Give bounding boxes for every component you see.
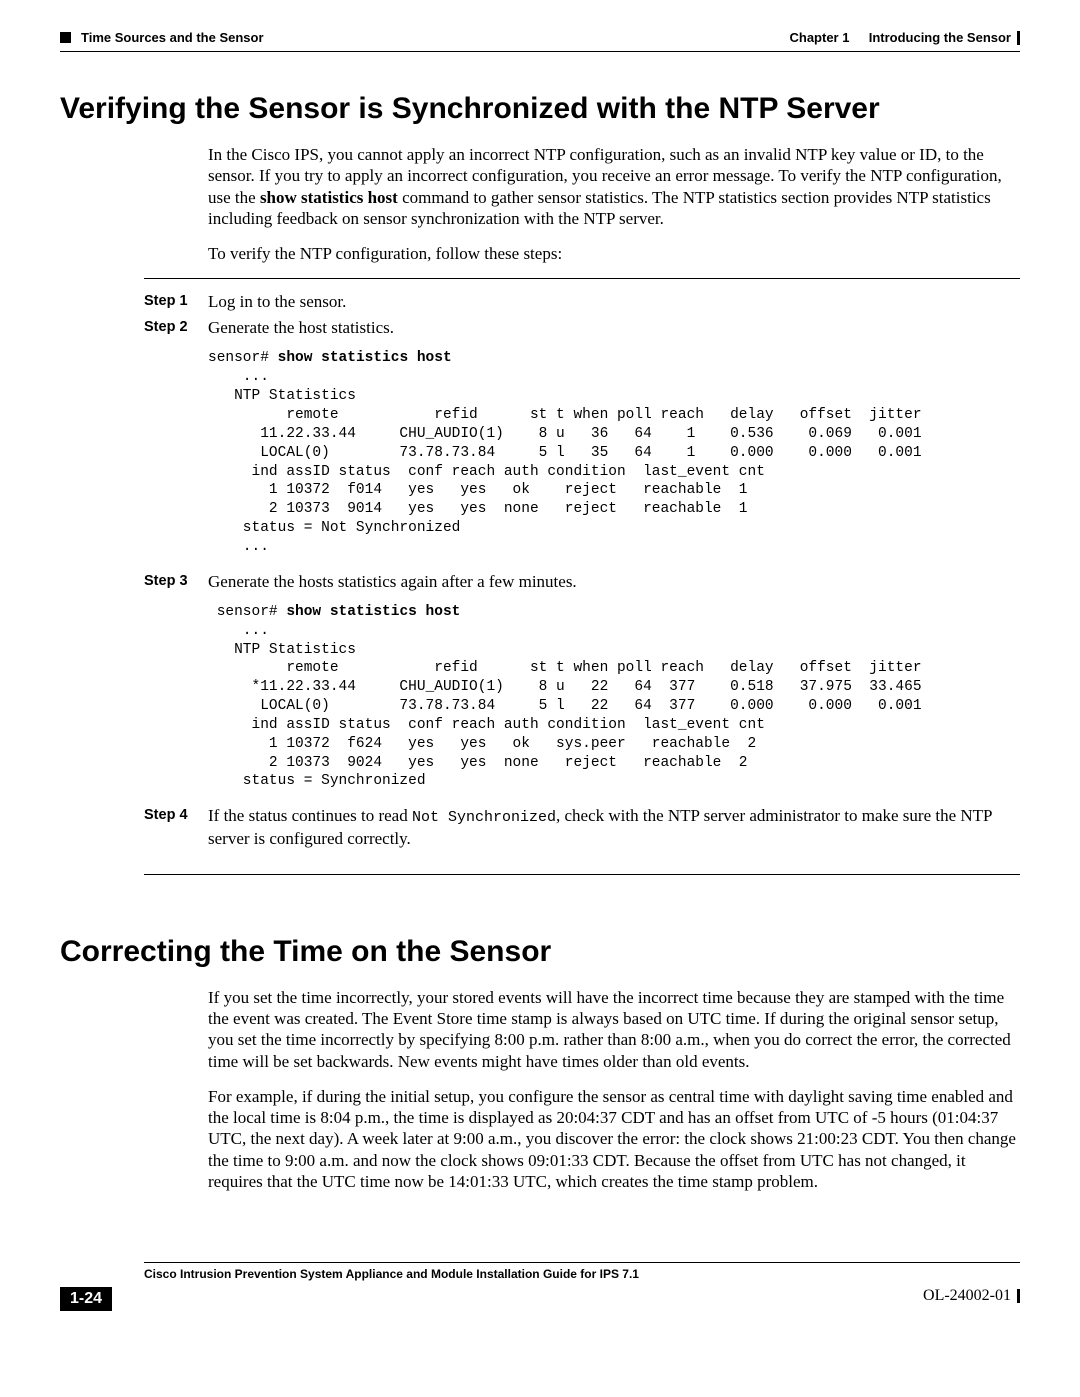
- correct-time-para-2: For example, if during the initial setup…: [208, 1086, 1020, 1192]
- section-heading-verify-ntp: Verifying the Sensor is Synchronized wit…: [60, 92, 1020, 126]
- intro-para-1: In the Cisco IPS, you cannot apply an in…: [208, 144, 1020, 229]
- chapter-label: Chapter 1: [790, 30, 850, 45]
- step-label: Step 3: [144, 571, 192, 802]
- footer-doc-title: Cisco Intrusion Prevention System Applia…: [144, 1267, 639, 1281]
- step-label: Step 4: [144, 805, 192, 860]
- code-block: sensor# show statistics host ... NTP Sta…: [208, 603, 1020, 791]
- page-number: 1-24: [60, 1287, 112, 1311]
- inline-code: Not Synchronized: [412, 809, 556, 826]
- header-square-icon: [60, 32, 71, 43]
- footer-right: OL-24002-01: [923, 1287, 1020, 1305]
- step-body: If the status continues to read Not Sync…: [208, 805, 1020, 860]
- footer-rule: [144, 1262, 1020, 1263]
- document-page: Time Sources and the Sensor Chapter 1 In…: [0, 0, 1080, 1351]
- step-body: Log in to the sensor.: [208, 291, 1020, 313]
- header-right: Chapter 1 Introducing the Sensor: [790, 30, 1021, 45]
- header-bar-icon: [1017, 31, 1020, 45]
- step-body: Generate the hosts statistics again afte…: [208, 571, 1020, 802]
- correct-time-para-1: If you set the time incorrectly, your st…: [208, 987, 1020, 1072]
- step-1: Step 1 Log in to the sensor.: [144, 291, 1020, 313]
- step-3: Step 3 Generate the hosts statistics aga…: [144, 571, 1020, 802]
- step-label: Step 2: [144, 317, 192, 566]
- step-2: Step 2 Generate the host statistics. sen…: [144, 317, 1020, 566]
- intro-para-2: To verify the NTP configuration, follow …: [208, 243, 1020, 264]
- body-correct-time: If you set the time incorrectly, your st…: [208, 987, 1020, 1192]
- steps-rule-bottom: [144, 874, 1020, 875]
- step-label: Step 1: [144, 291, 192, 313]
- header-left: Time Sources and the Sensor: [60, 30, 264, 45]
- running-header: Time Sources and the Sensor Chapter 1 In…: [60, 30, 1020, 45]
- step-body: Generate the host statistics. sensor# sh…: [208, 317, 1020, 566]
- code-block: sensor# show statistics host ... NTP Sta…: [208, 349, 1020, 556]
- section-title: Time Sources and the Sensor: [81, 30, 264, 45]
- footer-bar-icon: [1017, 1289, 1020, 1303]
- body-intro: In the Cisco IPS, you cannot apply an in…: [208, 144, 1020, 264]
- steps-rule-top: [144, 278, 1020, 279]
- footer-doc-id: OL-24002-01: [923, 1287, 1011, 1305]
- step-4: Step 4 If the status continues to read N…: [144, 805, 1020, 860]
- section-heading-correct-time: Correcting the Time on the Sensor: [60, 935, 1020, 969]
- footer: Cisco Intrusion Prevention System Applia…: [60, 1262, 1020, 1311]
- header-rule: [60, 51, 1020, 52]
- chapter-title: Introducing the Sensor: [869, 30, 1011, 45]
